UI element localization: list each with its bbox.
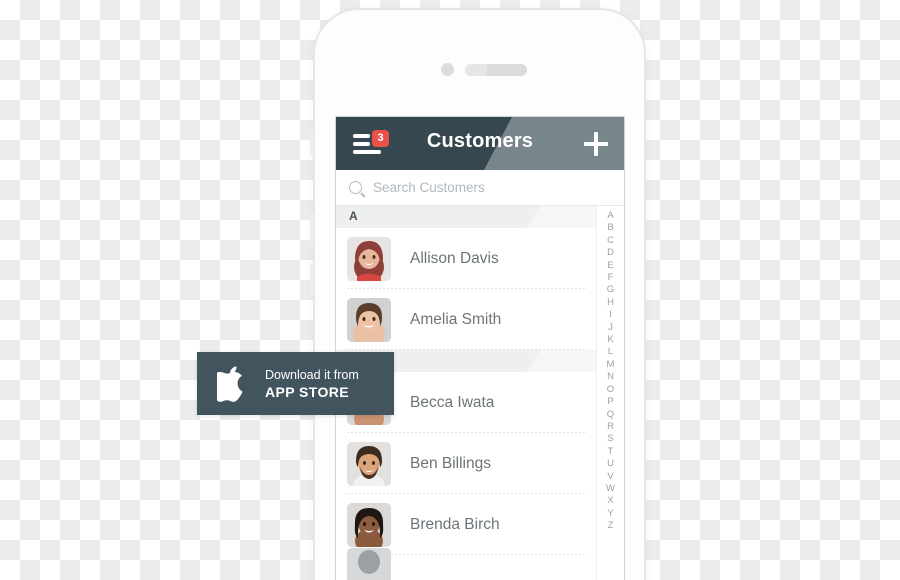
alpha-index-letter[interactable]: B — [607, 222, 613, 234]
list-item[interactable] — [336, 548, 596, 580]
avatar — [347, 502, 391, 547]
volume-up-button[interactable] — [310, 212, 314, 246]
search-input[interactable]: Search Customers — [373, 180, 485, 195]
alpha-index-letter[interactable]: R — [607, 421, 614, 433]
alpha-index-letter[interactable]: D — [607, 247, 614, 259]
list-item[interactable]: Brenda Birch — [336, 494, 596, 555]
app-header: 3 Customers — [336, 117, 624, 170]
list-item[interactable]: Allison Davis — [336, 228, 596, 289]
add-customer-button[interactable] — [584, 132, 608, 156]
customer-name: Amelia Smith — [410, 310, 502, 328]
list-item[interactable]: Amelia Smith — [336, 289, 596, 350]
customer-name: Becca Iwata — [410, 393, 495, 411]
search-bar[interactable]: Search Customers — [336, 170, 624, 206]
avatar — [347, 236, 391, 281]
phone-device: 3 Customers Search Customers A Allison D… — [310, 8, 646, 580]
page-title: Customers — [426, 130, 534, 152]
alpha-index-letter[interactable]: S — [607, 433, 613, 445]
alpha-index-letter[interactable]: L — [608, 346, 613, 358]
volume-down-button[interactable] — [310, 263, 314, 297]
section-header-a: A — [336, 206, 596, 228]
mute-switch[interactable] — [310, 130, 314, 156]
customer-name: Brenda Birch — [410, 515, 500, 533]
speaker-highlight — [465, 64, 487, 76]
phone-screen: 3 Customers Search Customers A Allison D… — [335, 116, 625, 580]
alpha-index-letter[interactable]: H — [607, 297, 614, 309]
alpha-index-letter[interactable]: V — [607, 471, 613, 483]
alpha-index-letter[interactable]: X — [607, 495, 613, 507]
alpha-index-letter[interactable]: E — [607, 260, 613, 272]
alpha-index-letter[interactable]: Y — [607, 508, 613, 520]
alpha-index-letter[interactable]: M — [607, 359, 615, 371]
alpha-index-letter[interactable]: C — [607, 235, 614, 247]
alpha-index-letter[interactable]: J — [608, 322, 613, 334]
alpha-index-letter[interactable]: G — [607, 284, 614, 296]
list-item[interactable]: Ben Billings — [336, 433, 596, 494]
avatar — [347, 297, 391, 342]
front-camera-icon — [441, 63, 454, 76]
alpha-index-letter[interactable]: U — [607, 458, 614, 470]
customer-name: Ben Billings — [410, 454, 491, 472]
alpha-index-letter[interactable]: T — [608, 446, 614, 458]
app-store-download-badge[interactable]: Download it from APP STORE — [197, 352, 394, 415]
search-icon — [349, 181, 362, 194]
badge-line-primary: Download it from — [265, 367, 359, 382]
apple-logo-icon — [217, 365, 247, 402]
alpha-index-letter[interactable]: N — [607, 371, 614, 383]
alpha-index-letter[interactable]: A — [607, 210, 613, 222]
alpha-index-letter[interactable]: P — [607, 396, 613, 408]
alpha-index-letter[interactable]: W — [606, 483, 615, 495]
alpha-index-letter[interactable]: K — [607, 334, 613, 346]
alphabet-index[interactable]: A B C D E F G H I J K L M N O P Q R S T — [596, 206, 624, 580]
avatar — [347, 441, 391, 486]
alpha-index-letter[interactable]: O — [607, 384, 614, 396]
alpha-index-letter[interactable]: Z — [608, 520, 614, 532]
earpiece-speaker-icon — [465, 64, 527, 76]
alpha-index-letter[interactable]: Q — [607, 409, 614, 421]
alpha-index-letter[interactable]: F — [608, 272, 614, 284]
customer-name: Allison Davis — [410, 249, 499, 267]
avatar — [347, 548, 391, 580]
alpha-index-letter[interactable]: I — [609, 309, 612, 321]
app-store-badge-text: Download it from APP STORE — [265, 367, 359, 401]
badge-line-store-name: APP STORE — [265, 383, 349, 400]
section-letter: A — [349, 209, 358, 223]
